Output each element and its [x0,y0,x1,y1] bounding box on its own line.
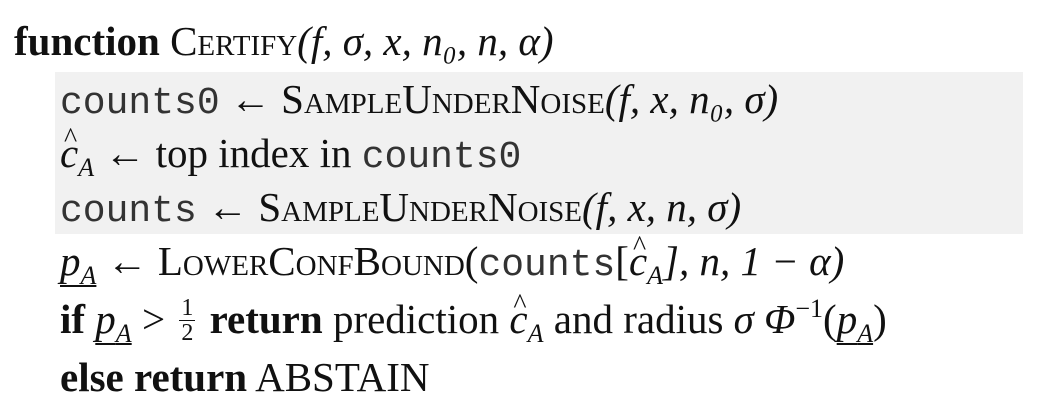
assign-arrow: ← [96,238,158,284]
if-keyword: if [60,296,86,342]
algorithm-block: function Certify(f, σ, x, n₀, n, α) coun… [0,0,1059,412]
var-counts0: counts0 [60,82,220,125]
function-name: Certify [170,18,298,64]
var-sub-a: A [78,153,95,182]
fn-args-rest: ], n, 1 − α) [663,238,845,284]
var-sub-a: A [857,319,874,348]
var-c-hat: c [60,112,78,180]
var-p: p [95,296,116,342]
paren-close: ) [873,296,887,342]
line-sample-counts0: counts0 ← SampleUnderNoise(f, x, n₀, σ) [60,72,778,126]
var-sub-a: A [115,319,132,348]
var-sub-a: A [527,319,544,348]
fraction-half: 12 [179,295,196,347]
top-index-text: top index in [155,130,362,176]
var-c-hat: c [629,220,647,288]
fn-args: (f, x, n, σ) [582,184,742,230]
function-args: (f, σ, x, n₀, n, α) [297,18,554,64]
fn-sample-under-noise: SampleUnderNoise [258,184,583,230]
paren-open: ( [823,296,837,342]
var-p: p [60,238,81,284]
function-header: function Certify(f, σ, x, n₀, n, α) [14,14,554,68]
var-counts: counts [60,190,197,233]
fn-lower-conf-bound: LowerConfBound [157,238,465,284]
line-top-index: cA ← top index in counts0 [60,112,522,182]
var-counts0: counts0 [361,136,522,179]
var-p: p [836,296,858,342]
var-sub-a: A [80,261,97,290]
prediction-text: prediction [322,296,510,342]
line-else-abstain: else return ABSTAIN [60,350,430,404]
else-return-keyword: else return [60,354,248,400]
fn-sample-under-noise: SampleUnderNoise [281,76,605,122]
bracket-open: [ [615,238,629,284]
var-sub-a: A [647,261,664,290]
abstain-text: ABSTAIN [247,354,430,400]
fn-args: (f, x, n₀, σ) [604,76,779,122]
assign-arrow: ← [196,184,259,230]
paren-open: ( [464,238,479,284]
fraction-denominator: 2 [181,320,194,347]
line-lower-bound: pA ← LowerConfBound(counts[cA], n, 1 − α… [60,220,845,290]
sigma-phi: σ Φ [733,296,796,342]
function-keyword: function [14,18,160,64]
assign-arrow: ← [94,130,156,176]
var-counts: counts [478,244,616,287]
greater-than: > [131,296,176,342]
fraction-numerator: 1 [179,295,196,322]
assign-arrow: ← [219,76,282,122]
radius-text: and radius [543,296,734,342]
var-c-hat: c [509,278,527,346]
return-keyword: return [209,296,323,342]
line-if-return: if pA > 12 return prediction cA and radi… [60,278,887,348]
inverse-superscript: −1 [795,294,824,323]
